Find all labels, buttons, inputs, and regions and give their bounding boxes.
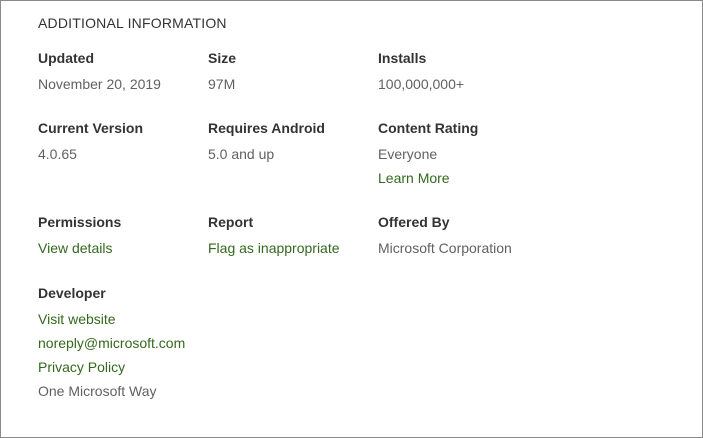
content-rating-label: Content Rating: [378, 120, 479, 136]
requires-android-label: Requires Android: [208, 120, 325, 136]
report-label: Report: [208, 214, 254, 230]
content-rating-info: Content Rating Everyone Learn More: [378, 119, 543, 187]
report-info: Report Flag as inappropriate: [208, 213, 373, 257]
visit-website-link[interactable]: Visit website: [38, 310, 288, 328]
additional-information-panel: ADDITIONAL INFORMATION Updated November …: [0, 0, 703, 438]
updated-value: November 20, 2019: [38, 76, 161, 92]
size-info: Size 97M: [208, 49, 373, 93]
current-version-label: Current Version: [38, 120, 144, 136]
offered-by-label: Offered By: [378, 214, 450, 230]
flag-inappropriate-link[interactable]: Flag as inappropriate: [208, 239, 373, 257]
offered-by-value: Microsoft Corporation: [378, 240, 512, 256]
developer-email-link[interactable]: noreply@microsoft.com: [38, 334, 288, 352]
requires-android-info: Requires Android 5.0 and up: [208, 119, 373, 163]
size-label: Size: [208, 50, 237, 66]
developer-address: One Microsoft Way: [38, 383, 157, 399]
section-title: ADDITIONAL INFORMATION: [38, 15, 227, 31]
current-version-info: Current Version 4.0.65: [38, 119, 203, 163]
updated-label: Updated: [38, 50, 94, 66]
content-rating-value: Everyone: [378, 146, 438, 162]
view-details-link[interactable]: View details: [38, 239, 203, 257]
requires-android-value: 5.0 and up: [208, 146, 275, 162]
learn-more-link[interactable]: Learn More: [378, 169, 543, 187]
size-value: 97M: [208, 76, 236, 92]
installs-value: 100,000,000+: [378, 76, 465, 92]
permissions-label: Permissions: [38, 214, 122, 230]
privacy-policy-link[interactable]: Privacy Policy: [38, 358, 288, 376]
developer-label: Developer: [38, 285, 106, 301]
installs-label: Installs: [378, 50, 427, 66]
developer-info: Developer Visit website noreply@microsof…: [38, 284, 288, 400]
permissions-info: Permissions View details: [38, 213, 203, 257]
installs-info: Installs 100,000,000+: [378, 49, 543, 93]
offered-by-info: Offered By Microsoft Corporation: [378, 213, 543, 257]
current-version-value: 4.0.65: [38, 146, 77, 162]
updated-info: Updated November 20, 2019: [38, 49, 203, 93]
